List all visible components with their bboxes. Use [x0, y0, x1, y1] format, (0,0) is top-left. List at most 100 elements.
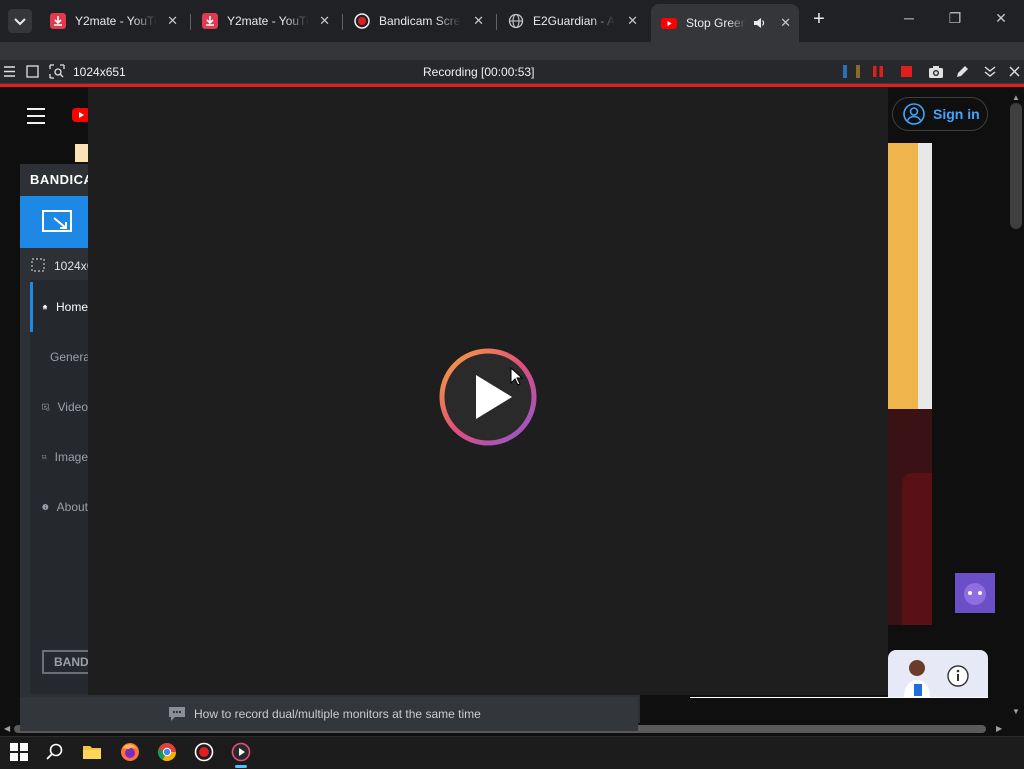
chat-tip-icon — [169, 707, 185, 721]
nav-label: Home — [55, 300, 88, 314]
sign-in-label: Sign in — [933, 106, 980, 122]
close-window-button[interactable]: ✕ — [988, 10, 1014, 27]
chrome-icon — [157, 743, 176, 762]
rectangle-area-icon — [42, 210, 72, 232]
audio-level-bar — [843, 65, 847, 78]
address-bar-area[interactable] — [0, 42, 1024, 60]
video-frame-fragment — [918, 143, 932, 409]
bandicam-record-icon — [194, 742, 214, 762]
account-icon — [903, 103, 925, 125]
recording-toolbar: 1024x651 Recording [00:00:53] — [0, 60, 1024, 84]
home-icon — [42, 304, 48, 310]
pencil-icon[interactable] — [955, 64, 970, 79]
audio-level-bar — [856, 65, 860, 78]
tab-title: Bandicam Screen Recorder — [379, 14, 461, 28]
chevron-double-down-icon[interactable] — [983, 65, 997, 78]
sign-in-button[interactable]: Sign in — [892, 97, 988, 131]
fullscreen-mode-icon[interactable] — [26, 65, 39, 78]
dashed-area-icon — [31, 258, 45, 272]
nav-label: General — [50, 350, 93, 364]
video-player-overlay[interactable] — [88, 87, 888, 695]
globe-icon — [508, 13, 524, 29]
tip-text: How to record dual/multiple monitors at … — [194, 707, 481, 721]
nav-item-image[interactable]: Image — [34, 437, 88, 477]
tab-y2mate-1[interactable]: Y2mate - YouTube ✕ — [40, 6, 186, 36]
new-tab-button[interactable]: + — [808, 8, 830, 32]
start-button[interactable] — [7, 740, 31, 764]
taskbar-firefox[interactable] — [118, 740, 142, 764]
nav-item-about[interactable]: About — [34, 487, 88, 527]
video-frame-fragment — [888, 143, 918, 409]
nav-label: About — [56, 500, 88, 514]
bandicam-record-icon — [354, 13, 370, 29]
minimize-button[interactable]: ─ — [896, 10, 922, 26]
browser-tab-strip: Y2mate - YouTube ✕ Y2mate - YouTube ✕ Ba… — [0, 0, 1024, 42]
video-settings-icon — [42, 403, 50, 411]
taskbar-media-player[interactable] — [229, 740, 253, 768]
folder-icon — [83, 746, 101, 759]
taskbar-bandicam[interactable] — [192, 740, 216, 764]
y2mate-icon — [202, 13, 218, 29]
close-icon[interactable]: ✕ — [473, 13, 484, 29]
taskbar-file-explorer[interactable] — [80, 740, 104, 764]
play-circle-icon — [231, 742, 251, 762]
channel-watermark-icon[interactable] — [955, 573, 995, 613]
close-icon[interactable]: ✕ — [627, 13, 638, 29]
taskbar-search-button[interactable] — [43, 740, 67, 764]
ad-illustration-icon — [904, 660, 930, 698]
tab-title: E2Guardian - Access Denied — [533, 14, 615, 28]
page-bottom-fragment — [690, 697, 988, 722]
restore-button[interactable]: ❐ — [942, 10, 968, 27]
close-icon[interactable]: ✕ — [319, 13, 330, 29]
area-search-icon[interactable] — [49, 64, 65, 79]
scroll-up-arrow[interactable]: ▲ — [1012, 93, 1020, 102]
nav-label: Video — [57, 400, 88, 414]
camera-icon[interactable] — [928, 64, 944, 79]
stop-icon[interactable] — [900, 65, 913, 78]
scroll-right-arrow[interactable]: ▶ — [996, 724, 1002, 733]
close-icon[interactable] — [1008, 65, 1021, 78]
mouse-cursor-icon — [510, 367, 524, 386]
nav-item-home[interactable]: Home — [34, 287, 88, 327]
taskbar-chrome[interactable] — [155, 740, 179, 764]
info-icon[interactable] — [946, 664, 970, 688]
menu-icon[interactable] — [3, 65, 16, 78]
tab-e2guardian[interactable]: E2Guardian - Access Denied ✕ — [498, 6, 646, 36]
speaker-icon[interactable] — [752, 16, 766, 30]
recording-status: Recording [00:00:53] — [423, 65, 535, 79]
scroll-down-arrow[interactable]: ▼ — [1012, 707, 1020, 716]
close-icon[interactable]: ✕ — [167, 13, 178, 29]
screen-mode-button[interactable] — [20, 196, 88, 248]
tab-y2mate-2[interactable]: Y2mate - YouTube ✕ — [192, 6, 338, 36]
tip-bar[interactable]: How to record dual/multiple monitors at … — [20, 697, 638, 731]
close-icon[interactable]: ✕ — [780, 15, 791, 31]
windows-taskbar — [0, 736, 1024, 769]
pause-icon[interactable] — [872, 65, 884, 78]
hamburger-menu-icon[interactable] — [27, 108, 45, 124]
active-nav-indicator — [30, 282, 33, 332]
page-scrollbar[interactable]: ▲ ▼ — [1008, 87, 1024, 723]
background-video-strip — [888, 143, 932, 625]
play-button-icon[interactable] — [438, 347, 538, 447]
y2mate-icon — [50, 13, 66, 29]
tab-title: Stop Green — [686, 16, 746, 30]
tab-separator — [190, 14, 191, 30]
tab-title: Y2mate - YouTube — [227, 14, 309, 28]
recording-resolution: 1024x651 — [73, 65, 126, 79]
firefox-icon — [121, 743, 139, 761]
tab-separator — [342, 14, 343, 30]
scroll-left-arrow[interactable]: ◀ — [4, 724, 10, 733]
nav-item-general[interactable]: General — [34, 337, 93, 377]
page-content-fragment — [75, 144, 89, 162]
youtube-icon — [661, 18, 677, 29]
ad-banner[interactable] — [888, 650, 988, 698]
tab-search-button[interactable] — [8, 9, 32, 33]
tab-bandicam[interactable]: Bandicam Screen Recorder ✕ — [344, 6, 492, 36]
scrollbar-thumb[interactable] — [1010, 103, 1022, 229]
image-settings-icon — [42, 455, 47, 460]
nav-item-video[interactable]: Video — [34, 387, 88, 427]
windows-logo-icon — [10, 743, 28, 761]
nav-label: Image — [54, 450, 88, 464]
tab-stop-green-active[interactable]: Stop Green ✕ — [651, 4, 799, 42]
search-icon — [46, 743, 63, 760]
